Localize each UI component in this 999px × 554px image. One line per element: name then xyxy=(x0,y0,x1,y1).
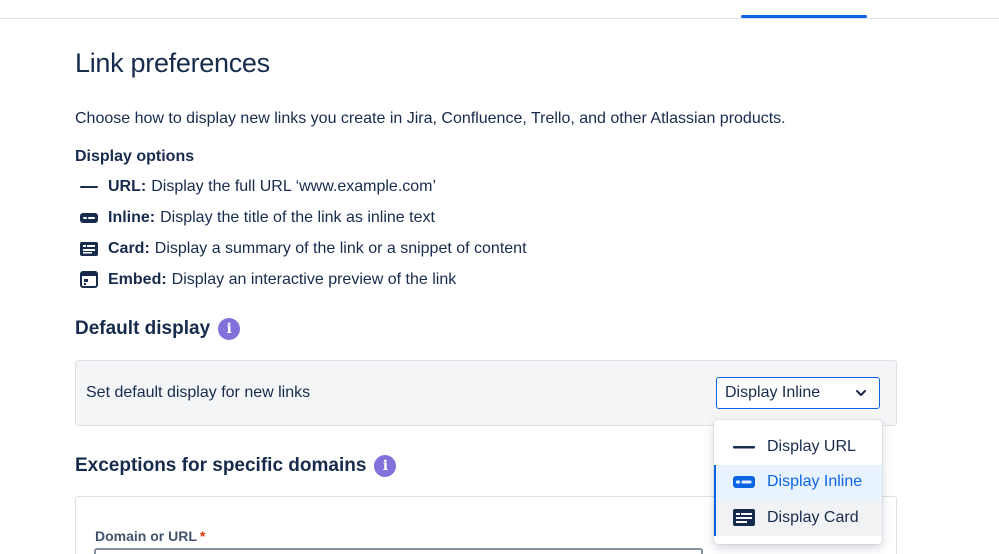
default-display-label: Set default display for new links xyxy=(86,384,310,402)
option-desc: Display the title of the link as inline … xyxy=(160,209,435,227)
embed-icon xyxy=(78,269,100,291)
domain-input[interactable] xyxy=(94,548,703,554)
url-line-icon xyxy=(78,176,100,198)
url-line-icon xyxy=(732,437,756,457)
tab-bar-divider xyxy=(0,18,999,19)
exceptions-title: Exceptions for specific domains xyxy=(75,455,366,477)
card-icon xyxy=(78,238,100,260)
select-value: Display Inline xyxy=(725,384,820,402)
inline-link-icon xyxy=(78,207,100,229)
display-options-list: URL: Display the full URL ‘www.example.c… xyxy=(78,171,527,295)
card-icon xyxy=(732,508,756,528)
display-option-card: Card: Display a summary of the link or a… xyxy=(78,233,527,264)
active-tab-indicator xyxy=(741,15,867,18)
default-display-select[interactable]: Display Inline xyxy=(716,377,880,409)
domain-field-label: Domain or URL* xyxy=(95,528,205,544)
page-title: Link preferences xyxy=(75,48,270,79)
option-name: URL: xyxy=(108,178,146,196)
info-icon[interactable]: i xyxy=(374,455,396,477)
display-dropdown-menu: Display URL Display Inline Display Card xyxy=(714,420,882,544)
menu-item-display-inline[interactable]: Display Inline xyxy=(714,465,882,501)
display-option-embed: Embed: Display an interactive preview of… xyxy=(78,264,527,295)
menu-item-display-card[interactable]: Display Card xyxy=(714,500,882,536)
display-options-heading: Display options xyxy=(75,148,194,166)
display-option-inline: Inline: Display the title of the link as… xyxy=(78,202,527,233)
exceptions-heading: Exceptions for specific domains i xyxy=(75,455,396,477)
domain-label-text: Domain or URL xyxy=(95,528,197,544)
option-name: Card: xyxy=(108,240,150,258)
option-desc: Display the full URL ‘www.example.com’ xyxy=(151,178,436,196)
intro-text: Choose how to display new links you crea… xyxy=(75,110,786,128)
required-marker: * xyxy=(200,528,205,544)
option-name: Embed: xyxy=(108,271,167,289)
chevron-down-icon xyxy=(855,389,867,397)
info-icon[interactable]: i xyxy=(218,318,240,340)
option-name: Inline: xyxy=(108,209,155,227)
default-display-title: Default display xyxy=(75,318,210,340)
menu-item-label: Display Card xyxy=(767,509,859,527)
menu-item-label: Display Inline xyxy=(767,473,862,491)
default-display-heading: Default display i xyxy=(75,318,240,340)
option-desc: Display an interactive preview of the li… xyxy=(172,271,457,289)
menu-item-label: Display URL xyxy=(767,438,856,456)
inline-link-icon xyxy=(732,472,756,492)
option-desc: Display a summary of the link or a snipp… xyxy=(155,240,527,258)
display-option-url: URL: Display the full URL ‘www.example.c… xyxy=(78,171,527,202)
menu-item-display-url[interactable]: Display URL xyxy=(714,429,882,465)
